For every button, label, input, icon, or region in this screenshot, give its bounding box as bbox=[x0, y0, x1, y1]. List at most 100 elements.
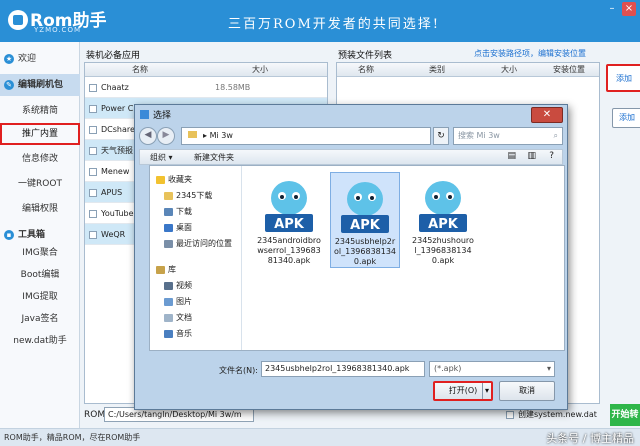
file-item[interactable]: APK 2345androidbrowserrol_13968381340.ap… bbox=[254, 172, 324, 268]
filename-input[interactable]: 2345usbhelp2rol_13968381340.apk bbox=[261, 361, 425, 377]
edit-location-link[interactable]: 点击安装路径项，编辑安装位置 bbox=[474, 48, 586, 59]
library-icon bbox=[156, 265, 165, 274]
file-browser: 收藏夹 2345下载 下载 桌面 最近访问的位置 库 视频 图片 文档 音乐 A… bbox=[149, 165, 565, 351]
sidebar-item-permissions[interactable]: 编辑权限 bbox=[0, 198, 80, 220]
sidebar-item-newdat[interactable]: new.dat助手 bbox=[0, 330, 80, 352]
checkbox[interactable] bbox=[89, 167, 97, 176]
close-icon: ✕ bbox=[542, 109, 552, 120]
sidebar-item-system-slim[interactable]: 系统精简 bbox=[0, 100, 80, 122]
current-path: Mi 3w bbox=[209, 131, 233, 140]
add-file-button[interactable]: 添加 bbox=[606, 64, 640, 92]
preview-pane-icon[interactable]: ▥ bbox=[527, 151, 536, 161]
filename-label: 文件名(N): bbox=[219, 366, 258, 375]
tree-item-videos[interactable]: 视频 bbox=[164, 280, 192, 291]
sidebar-item-img-merge[interactable]: IMG聚合 bbox=[0, 242, 80, 264]
dialog-toolbar: 组织 ▾ 新建文件夹 ▤ ▥ ? bbox=[139, 149, 563, 165]
logo-icon bbox=[8, 10, 28, 30]
search-input[interactable]: 搜索 Mi 3w ⌕ bbox=[453, 127, 563, 145]
footer-text: ROM助手，精品ROM，尽在ROM助手 bbox=[4, 433, 141, 442]
tree-item-pictures[interactable]: 图片 bbox=[164, 296, 192, 307]
cancel-button[interactable]: 取消 bbox=[499, 381, 555, 401]
tree-item-libraries[interactable]: 库 bbox=[156, 264, 176, 275]
preinstall-panel-title: 预装文件列表 bbox=[338, 51, 393, 61]
col-size-header: 大小 bbox=[252, 65, 268, 74]
apk-file-icon: APK bbox=[419, 181, 467, 232]
file-name: 2345androidbrowserrol_13968381340.apk bbox=[257, 236, 321, 265]
start-button[interactable]: 开始转 bbox=[610, 404, 640, 426]
recent-icon bbox=[164, 239, 173, 248]
music-icon bbox=[164, 329, 173, 338]
edit-icon: ✎ bbox=[4, 80, 14, 90]
view-toggle-icon[interactable]: ▤ bbox=[507, 151, 516, 161]
tree-item-downloads[interactable]: 下载 bbox=[164, 206, 192, 217]
table-row[interactable]: Chaatz 18.58MB bbox=[85, 77, 327, 98]
window-controls: – × bbox=[605, 2, 636, 16]
sidebar-item-info-edit[interactable]: 信息修改 bbox=[0, 148, 80, 170]
search-icon: ⌕ bbox=[553, 131, 558, 140]
tree-item-2345-downloads[interactable]: 2345下载 bbox=[164, 190, 212, 201]
dialog-close-button[interactable]: ✕ bbox=[531, 107, 563, 123]
sidebar-item-edit-package[interactable]: ✎ 编辑刷机包 bbox=[0, 74, 80, 96]
svg-text:APK: APK bbox=[350, 218, 381, 233]
file-item[interactable]: APK 2345zhushourol_13968381340.apk bbox=[408, 172, 478, 268]
close-icon[interactable]: × bbox=[622, 2, 636, 16]
tree-item-documents[interactable]: 文档 bbox=[164, 312, 192, 323]
file-type-select[interactable]: (*.apk) ▾ bbox=[429, 361, 555, 377]
refresh-icon: ↻ bbox=[437, 131, 445, 141]
tree-item-favorites[interactable]: 收藏夹 bbox=[156, 174, 192, 185]
arrow-left-icon: ◀ bbox=[144, 130, 152, 140]
add-app-button[interactable]: 添加 bbox=[612, 108, 640, 128]
address-bar[interactable]: ▸ Mi 3w bbox=[181, 127, 431, 145]
dialog-title: 选择 bbox=[153, 111, 172, 121]
checkbox[interactable] bbox=[89, 146, 97, 155]
sidebar: ★ 欢迎 ✎ 编辑刷机包 系统精简 推广内置 信息修改 一键ROOT 编辑权限 ▪ 工… bbox=[0, 42, 80, 446]
col-size-header: 大小 bbox=[501, 65, 517, 74]
folder-icon bbox=[164, 191, 173, 200]
open-button[interactable]: 打开(O) ▾ bbox=[433, 381, 493, 401]
refresh-button[interactable]: ↻ bbox=[433, 127, 449, 145]
download-folder-icon bbox=[164, 207, 173, 216]
arrow-right-icon: ▶ bbox=[162, 130, 170, 140]
forward-button[interactable]: ▶ bbox=[157, 127, 175, 145]
preinstall-table-header: 名称 类别 大小 安装位置 bbox=[337, 63, 599, 77]
create-newdat-option[interactable]: 创建system.new.dat bbox=[506, 409, 597, 420]
svg-text:APK: APK bbox=[274, 217, 305, 232]
sidebar-item-boot-edit[interactable]: Boot编辑 bbox=[0, 264, 80, 286]
file-name: 2345zhushourol_13968381340.apk bbox=[412, 236, 474, 265]
checkbox[interactable] bbox=[89, 104, 97, 113]
sidebar-item-root[interactable]: 一键ROOT bbox=[0, 173, 80, 195]
status-bar: ROM助手，精品ROM，尽在ROM助手 头条号 / 博主精品 bbox=[0, 428, 640, 446]
navigation-tree: 收藏夹 2345下载 下载 桌面 最近访问的位置 库 视频 图片 文档 音乐 bbox=[150, 166, 242, 350]
tree-item-recent[interactable]: 最近访问的位置 bbox=[164, 238, 232, 249]
checkbox[interactable] bbox=[89, 230, 97, 239]
title-bar: Rom助手 YZMO.COM 三百万ROM开发者的共同选择! – × bbox=[0, 0, 640, 42]
welcome-icon: ★ bbox=[4, 54, 14, 64]
col-name-header: 名称 bbox=[132, 65, 148, 74]
chevron-down-icon[interactable]: ▾ bbox=[481, 383, 489, 399]
sidebar-item-welcome[interactable]: ★ 欢迎 bbox=[0, 48, 80, 70]
tree-item-desktop[interactable]: 桌面 bbox=[164, 222, 192, 233]
back-button[interactable]: ◀ bbox=[139, 127, 157, 145]
checkbox[interactable] bbox=[89, 209, 97, 218]
apps-table-header: 名称 大小 bbox=[85, 63, 327, 77]
file-item-selected[interactable]: APK 2345usbhelp2rol_13968381340.apk bbox=[330, 172, 400, 268]
checkbox[interactable] bbox=[89, 188, 97, 197]
new-folder-button[interactable]: 新建文件夹 bbox=[194, 152, 234, 163]
sidebar-item-java-sign[interactable]: Java签名 bbox=[0, 308, 80, 330]
svg-text:APK: APK bbox=[428, 217, 459, 232]
checkbox[interactable] bbox=[89, 83, 97, 92]
checkbox[interactable] bbox=[506, 410, 514, 419]
col-type-header: 类别 bbox=[429, 65, 445, 74]
sidebar-item-promo-builtin[interactable]: 推广内置 bbox=[0, 123, 80, 145]
checkbox[interactable] bbox=[89, 125, 97, 134]
slogan: 三百万ROM开发者的共同选择! bbox=[228, 17, 440, 32]
tree-item-music[interactable]: 音乐 bbox=[164, 328, 192, 339]
watermark: 头条号 / 博主精品 bbox=[546, 432, 634, 445]
organize-button[interactable]: 组织 ▾ bbox=[150, 152, 173, 163]
picture-icon bbox=[164, 297, 173, 306]
help-icon[interactable]: ? bbox=[549, 151, 554, 161]
video-icon bbox=[164, 281, 173, 290]
minimize-icon[interactable]: – bbox=[605, 2, 619, 16]
apk-file-icon: APK bbox=[265, 181, 313, 232]
sidebar-item-img-extract[interactable]: IMG提取 bbox=[0, 286, 80, 308]
